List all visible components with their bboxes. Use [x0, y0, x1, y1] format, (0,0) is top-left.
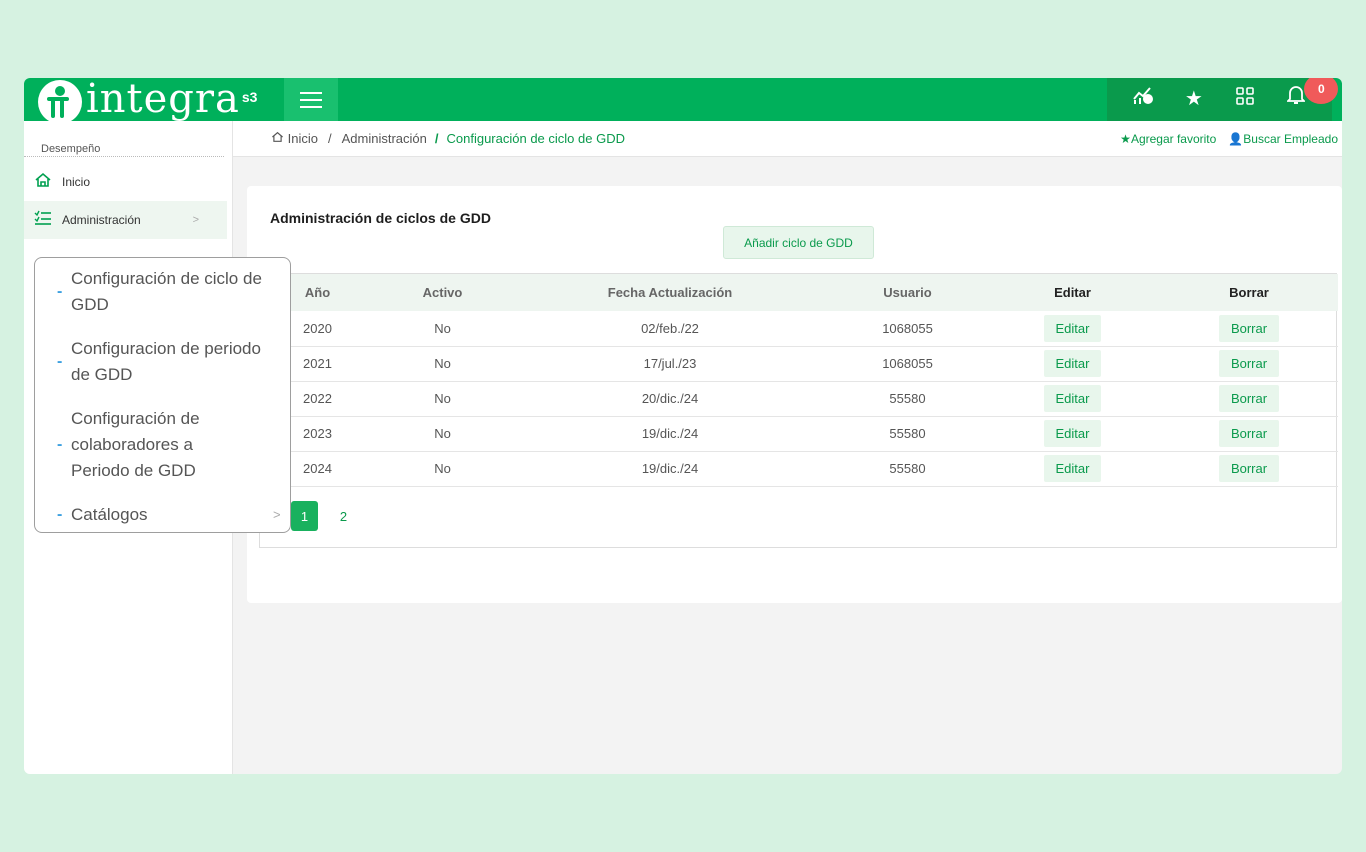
- cell-user: 55580: [889, 391, 926, 406]
- cell-user: 1068055: [882, 320, 933, 336]
- sidebar-item-label: Inicio: [62, 175, 91, 189]
- bell-icon[interactable]: 0: [1278, 78, 1339, 121]
- star-icon: ★: [1120, 132, 1131, 146]
- table-header: Año Activo Fecha Actualización Usuario E…: [260, 274, 1338, 311]
- cell-active: No: [434, 391, 451, 406]
- dash-icon: -: [57, 283, 63, 300]
- menu-toggle-button[interactable]: [284, 78, 338, 121]
- cell-user: 55580: [889, 461, 926, 476]
- search-employee-link[interactable]: 👤Buscar Empleado: [1228, 132, 1338, 146]
- sidebar-section-title: Desempeño: [24, 121, 224, 157]
- chevron-right-icon: >: [273, 507, 281, 522]
- administration-submenu: - Configuración de ciclo de GDD - Config…: [34, 257, 291, 533]
- cell-date: 19/dic./24: [641, 426, 699, 441]
- dash-icon: -: [57, 353, 63, 370]
- table-row: 2024 No 19/dic./24 55580 Editar Borrar: [260, 451, 1338, 486]
- analytics-icon[interactable]: [1125, 78, 1161, 121]
- page-1-button[interactable]: 1: [291, 501, 318, 531]
- cell-active: No: [434, 356, 451, 371]
- sidebar-item-inicio[interactable]: Inicio: [24, 163, 232, 201]
- cell-active: No: [434, 426, 451, 441]
- chevron-right-icon: >: [192, 214, 199, 226]
- table-row: 2020 No 02/feb./22 1068055 Editar Borrar: [260, 311, 1338, 346]
- edit-button[interactable]: Editar: [1043, 314, 1102, 342]
- submenu-item-colaboradores-periodo[interactable]: - Configuración de colaboradores a Perio…: [35, 406, 290, 484]
- delete-button[interactable]: Borrar: [1218, 455, 1280, 482]
- home-icon: [34, 172, 62, 193]
- notification-badge: 0: [1304, 78, 1339, 104]
- breadcrumb-separator: /: [327, 131, 332, 146]
- submenu-item-periodo-gdd[interactable]: - Configuracion de periodo de GDD: [35, 336, 290, 388]
- quick-links: ★Agregar favorito 👤Buscar Empleado: [1120, 132, 1338, 146]
- column-header-active[interactable]: Activo: [375, 274, 510, 311]
- cell-date: 17/jul./23: [643, 356, 697, 371]
- page-title: Administración de ciclos de GDD: [270, 210, 491, 226]
- table-row: 2023 No 19/dic./24 55580 Editar Borrar: [260, 416, 1338, 451]
- dash-icon: -: [57, 506, 63, 523]
- delete-button[interactable]: Borrar: [1218, 385, 1280, 412]
- pagination: 1 2: [291, 501, 357, 531]
- delete-button[interactable]: Borrar: [1218, 314, 1280, 342]
- breadcrumb-separator: /: [434, 131, 439, 146]
- delete-button[interactable]: Borrar: [1218, 420, 1280, 447]
- breadcrumb-current: Configuración de ciclo de GDD: [446, 131, 625, 146]
- cell-active: No: [434, 320, 451, 336]
- edit-button[interactable]: Editar: [1043, 350, 1102, 377]
- breadcrumb-bar: Inicio / Administración / Configuración …: [233, 121, 1342, 157]
- column-header-delete: Borrar: [1229, 285, 1269, 300]
- delete-button[interactable]: Borrar: [1218, 350, 1280, 377]
- logo-sup: s3: [241, 88, 258, 105]
- breadcrumb-home[interactable]: Inicio: [271, 131, 318, 146]
- table-row: 2021 No 17/jul./23 1068055 Editar Borrar: [260, 346, 1338, 381]
- column-header-date[interactable]: Fecha Actualización: [510, 274, 830, 311]
- dash-icon: -: [57, 436, 63, 453]
- cell-user: 1068055: [882, 356, 933, 371]
- add-cycle-button[interactable]: Añadir ciclo de GDD: [723, 226, 874, 259]
- add-favorite-link[interactable]: ★Agregar favorito: [1120, 132, 1216, 146]
- home-icon: [271, 131, 288, 146]
- apps-grid-icon[interactable]: [1227, 78, 1263, 121]
- submenu-item-catalogos[interactable]: - Catálogos >: [35, 502, 290, 528]
- table-row: 2022 No 20/dic./24 55580 Editar Borrar: [260, 381, 1338, 416]
- topbar-actions: ★ 0: [1107, 78, 1339, 121]
- cell-date: 19/dic./24: [641, 461, 699, 476]
- edit-button[interactable]: Editar: [1043, 385, 1102, 412]
- user-search-icon: 👤: [1228, 132, 1244, 146]
- cell-user: 55580: [889, 426, 926, 441]
- sidebar-item-label: Administración: [62, 213, 141, 227]
- main-card: Administración de ciclos de GDD Añadir c…: [247, 186, 1342, 603]
- checklist-icon: [34, 210, 62, 231]
- cell-date: 20/dic./24: [641, 391, 699, 406]
- edit-button[interactable]: Editar: [1043, 420, 1102, 447]
- submenu-item-ciclo-gdd[interactable]: - Configuración de ciclo de GDD: [35, 266, 290, 318]
- logo-mark-icon: [38, 79, 82, 124]
- star-icon[interactable]: ★: [1176, 78, 1212, 121]
- column-header-edit: Editar: [1054, 285, 1091, 300]
- page-2-button[interactable]: 2: [330, 501, 357, 531]
- hamburger-icon: [300, 91, 322, 94]
- logo[interactable]: integra s3: [38, 78, 258, 124]
- top-bar: integra s3 ★ 0: [24, 78, 1342, 124]
- sidebar-item-administracion[interactable]: Administración >: [24, 201, 227, 239]
- edit-button[interactable]: Editar: [1043, 455, 1102, 482]
- cycles-table: Año Activo Fecha Actualización Usuario E…: [259, 273, 1338, 548]
- column-header-user[interactable]: Usuario: [830, 274, 985, 311]
- breadcrumb-administracion[interactable]: Administración: [342, 131, 427, 146]
- breadcrumb: Inicio / Administración / Configuración …: [271, 131, 625, 146]
- cell-active: No: [434, 461, 451, 476]
- logo-text: integra: [86, 78, 240, 122]
- cell-date: 02/feb./22: [641, 320, 699, 336]
